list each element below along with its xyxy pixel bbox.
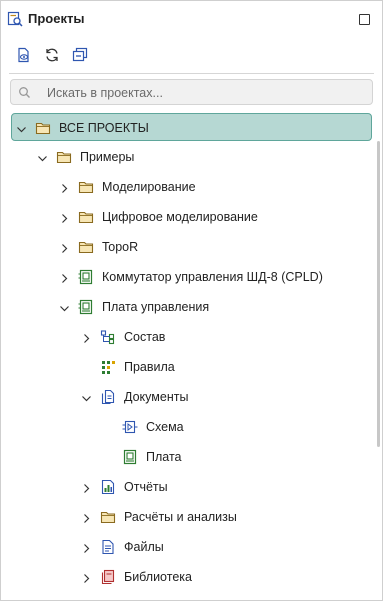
folder-icon bbox=[100, 509, 116, 525]
reports-icon bbox=[100, 479, 116, 495]
chevron-down-icon[interactable] bbox=[59, 301, 70, 312]
board-project-icon bbox=[78, 299, 94, 315]
tree-item[interactable]: Коммутатор управления ШД-8 (CPLD) bbox=[11, 263, 372, 291]
tree-item[interactable]: ВСЕ ПРОЕКТЫ bbox=[11, 113, 372, 141]
chevron-right-icon[interactable] bbox=[81, 571, 92, 583]
tree-item-label: Цифровое моделирование bbox=[102, 210, 258, 224]
pcb-icon bbox=[122, 449, 138, 465]
folder-icon bbox=[35, 120, 51, 136]
board-project-icon bbox=[78, 269, 94, 285]
tree-item-label: Библиотека bbox=[124, 570, 192, 584]
tree-item-label: Моделирование bbox=[102, 180, 196, 194]
toolbar-divider bbox=[9, 73, 374, 74]
tree-item[interactable]: Цифровое моделирование bbox=[11, 203, 372, 231]
folder-icon bbox=[56, 149, 72, 165]
tree-item-label: Коммутатор управления ШД-8 (CPLD) bbox=[102, 270, 323, 284]
tree-item-label: Расчёты и анализы bbox=[124, 510, 237, 524]
library-icon bbox=[100, 569, 116, 585]
tree-item[interactable]: Расчёты и анализы bbox=[11, 503, 372, 531]
structure-icon bbox=[100, 329, 116, 345]
tree-item[interactable]: Отчёты bbox=[11, 473, 372, 501]
folder-icon bbox=[78, 239, 94, 255]
tree-item-label: TopoR bbox=[102, 240, 139, 254]
projects-search-icon bbox=[7, 11, 23, 27]
rules-icon bbox=[100, 359, 116, 375]
search-icon bbox=[18, 86, 31, 99]
schematic-icon bbox=[122, 419, 138, 435]
tree-item[interactable]: Документы bbox=[11, 383, 372, 411]
chevron-right-icon[interactable] bbox=[81, 541, 92, 553]
chevron-right-icon[interactable] bbox=[81, 481, 92, 493]
chevron-right-icon[interactable] bbox=[59, 181, 70, 193]
chevron-down-icon[interactable] bbox=[81, 391, 92, 402]
tree-item[interactable]: Моделирование bbox=[11, 173, 372, 201]
show-file-icon bbox=[16, 47, 32, 68]
chevron-down-icon[interactable] bbox=[37, 151, 48, 162]
tree-item-label: Правила bbox=[124, 360, 175, 374]
chevron-right-icon[interactable] bbox=[59, 271, 70, 283]
tree-item-label: Плата bbox=[146, 450, 182, 464]
chevron-right-icon[interactable] bbox=[59, 241, 70, 253]
collapse-all-button[interactable] bbox=[70, 47, 90, 67]
chevron-right-icon[interactable] bbox=[81, 511, 92, 523]
chevron-down-icon[interactable] bbox=[16, 122, 27, 133]
folder-icon bbox=[78, 209, 94, 225]
chevron-right-icon[interactable] bbox=[81, 331, 92, 343]
documents-icon bbox=[100, 389, 116, 405]
chevron-right-icon[interactable] bbox=[59, 211, 70, 223]
tree-item[interactable]: Правила bbox=[11, 353, 372, 381]
project-tree: ВСЕ ПРОЕКТЫ Примеры Моделирование Цифровое … bbox=[1, 113, 382, 600]
tree-item[interactable]: Библиотека bbox=[11, 563, 372, 591]
show-file-button[interactable] bbox=[14, 47, 34, 67]
refresh-icon bbox=[44, 47, 60, 68]
panel-title: Проекты bbox=[28, 11, 85, 26]
projects-panel: Проекты Искать в проектах... ВСЕ ПРОЕКТЫ… bbox=[0, 0, 383, 601]
panel-header: Проекты bbox=[1, 1, 382, 37]
tree-item[interactable]: Файлы bbox=[11, 533, 372, 561]
tree-item-label: Примеры bbox=[80, 150, 135, 164]
maximize-icon[interactable] bbox=[359, 14, 370, 25]
tree-item-label: Состав bbox=[124, 330, 166, 344]
panel-toolbar bbox=[1, 43, 382, 71]
tree-item[interactable]: TopoR bbox=[11, 233, 372, 261]
search-box bbox=[10, 79, 373, 105]
tree-item-label: Схема bbox=[146, 420, 184, 434]
tree-item-label: ВСЕ ПРОЕКТЫ bbox=[59, 121, 149, 135]
tree-item-label: Отчёты bbox=[124, 480, 168, 494]
refresh-button[interactable] bbox=[42, 47, 62, 67]
folder-icon bbox=[78, 179, 94, 195]
tree-item[interactable]: Плата управления bbox=[11, 293, 372, 321]
tree-scrollbar[interactable] bbox=[377, 141, 380, 447]
tree-item-label: Плата управления bbox=[102, 300, 210, 314]
tree-item-label: Файлы bbox=[124, 540, 164, 554]
tree-item-label: Документы bbox=[124, 390, 189, 404]
tree-item[interactable]: Примеры bbox=[11, 143, 372, 171]
tree-item[interactable]: Состав bbox=[11, 323, 372, 351]
file-icon bbox=[100, 539, 116, 555]
tree-item[interactable]: Плата bbox=[11, 443, 372, 471]
tree-item[interactable]: Схема bbox=[11, 413, 372, 441]
search-input[interactable] bbox=[45, 83, 359, 103]
collapse-all-icon bbox=[72, 47, 88, 68]
